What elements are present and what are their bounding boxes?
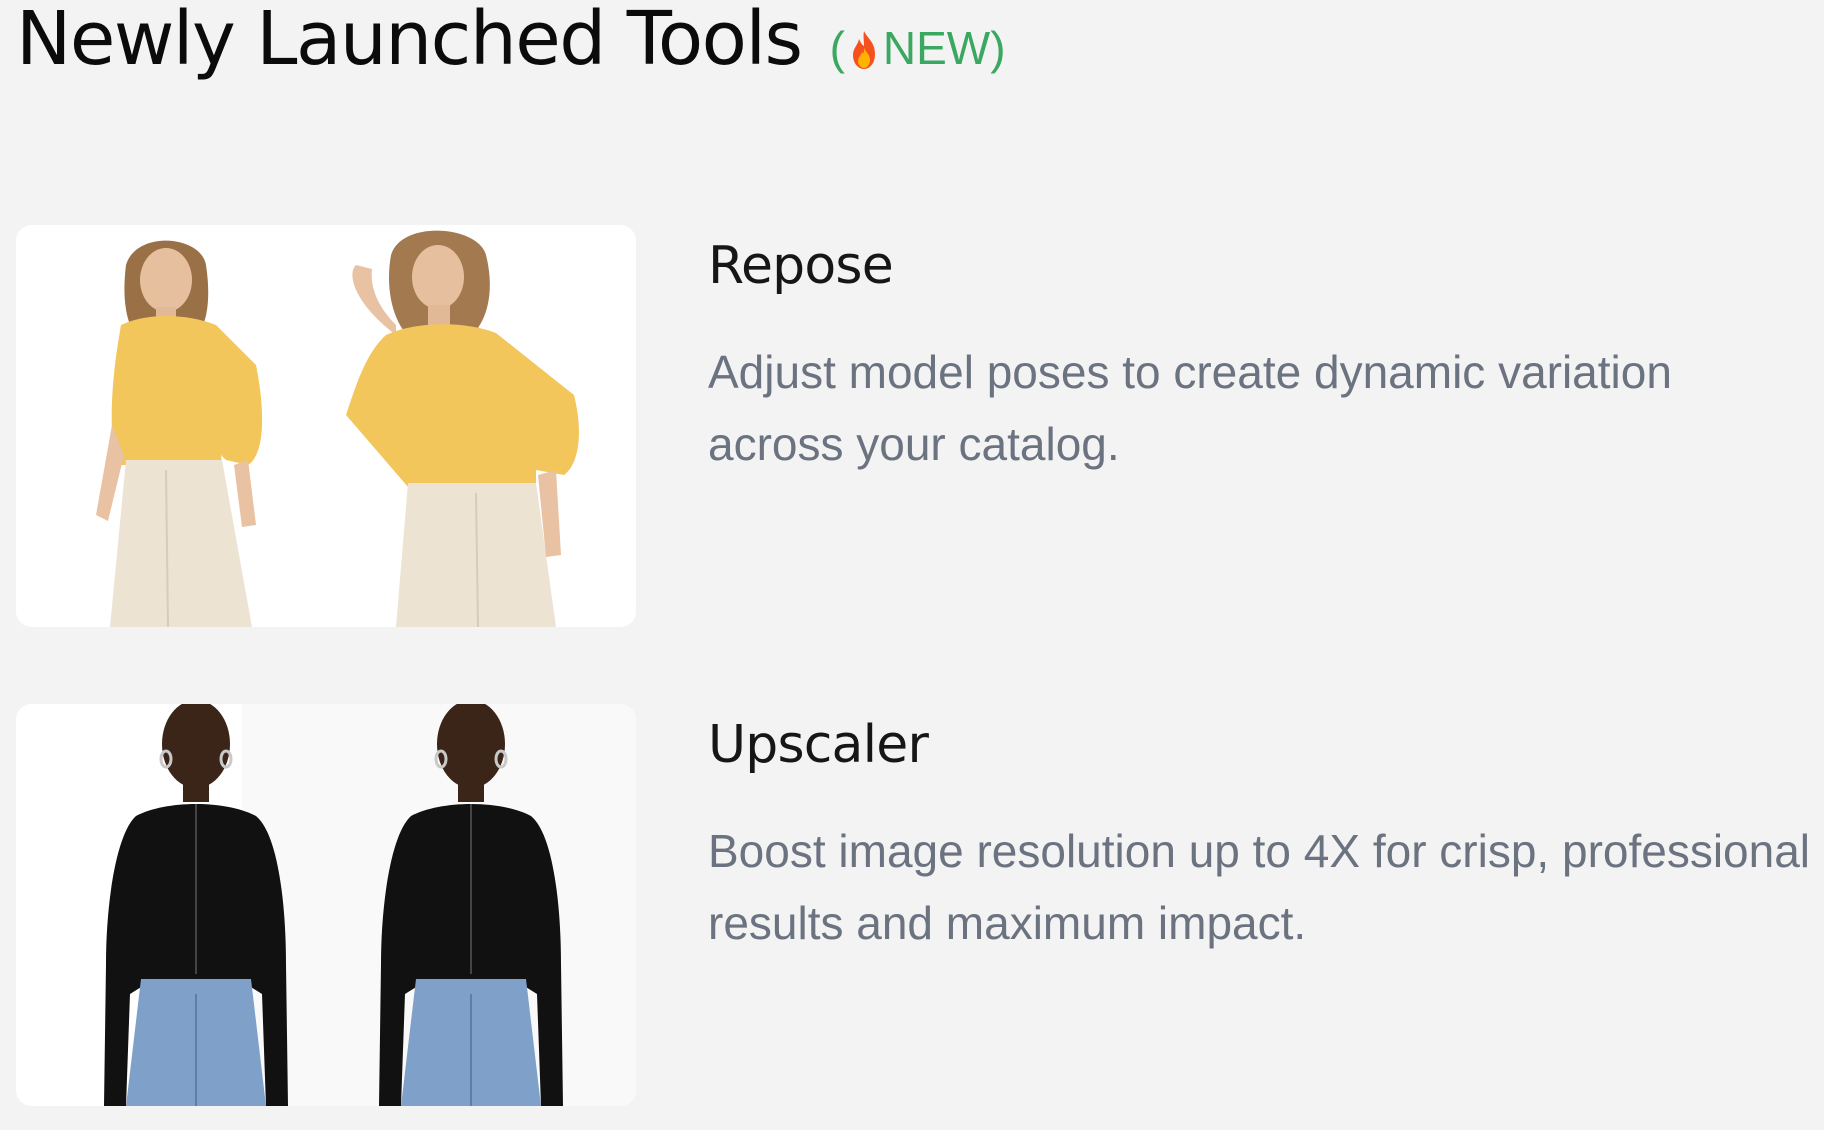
tool-description: Boost image resolution up to 4X for cris… xyxy=(708,825,1811,949)
section-title: Newly Launched Tools xyxy=(16,0,803,82)
upscaler-tool-card[interactable] xyxy=(16,704,636,1106)
tool-name[interactable]: Upscaler xyxy=(708,709,1818,781)
repose-preview-image xyxy=(16,225,636,627)
tool-name[interactable]: Repose xyxy=(708,230,1818,302)
badge-open-paren: ( xyxy=(829,22,845,74)
newly-launched-tools-section: Newly Launched Tools ( NEW) Repose Adjus… xyxy=(0,0,1824,1130)
fire-icon xyxy=(852,31,875,69)
upscaler-preview-image xyxy=(16,704,636,1106)
section-header: Newly Launched Tools ( NEW) xyxy=(16,0,1006,82)
badge-label: NEW) xyxy=(882,22,1006,74)
repose-tool-info: Repose Adjust model poses to create dyna… xyxy=(708,230,1818,480)
repose-tool-card[interactable] xyxy=(16,225,636,627)
new-badge: ( NEW) xyxy=(830,21,1006,75)
upscaler-tool-info: Upscaler Boost image resolution up to 4X… xyxy=(708,709,1818,959)
tool-description: Adjust model poses to create dynamic var… xyxy=(708,346,1672,470)
